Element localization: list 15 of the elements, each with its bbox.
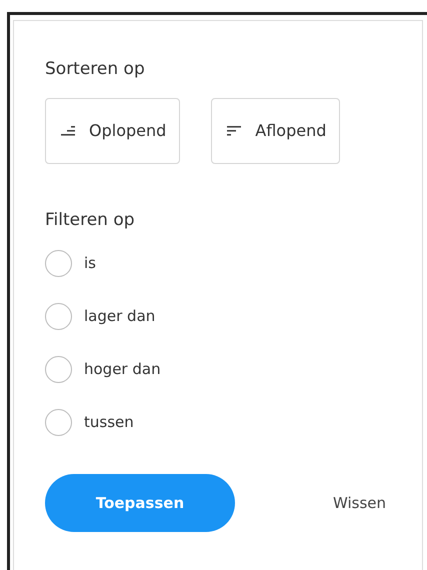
radio-option[interactable]: lager dan (45, 302, 394, 330)
radio-button[interactable] (45, 356, 72, 382)
radio-button[interactable] (45, 250, 72, 276)
radio-button[interactable] (45, 408, 72, 436)
clear-button[interactable]: Wissen (332, 492, 394, 514)
radio-option[interactable]: tussen (45, 408, 394, 436)
sort-ascending-icon (59, 124, 77, 138)
sort-button[interactable]: Oplopend (45, 98, 180, 164)
section-title: Filteren op (45, 208, 136, 232)
radio-option[interactable]: hoger dan (45, 355, 394, 383)
sort-descending-icon (225, 124, 244, 138)
radio-button[interactable] (45, 302, 72, 330)
sort-button[interactable]: Aflopend (211, 98, 340, 164)
radio-option[interactable]: is (45, 249, 394, 277)
section-title: Sorteren op (45, 58, 146, 81)
